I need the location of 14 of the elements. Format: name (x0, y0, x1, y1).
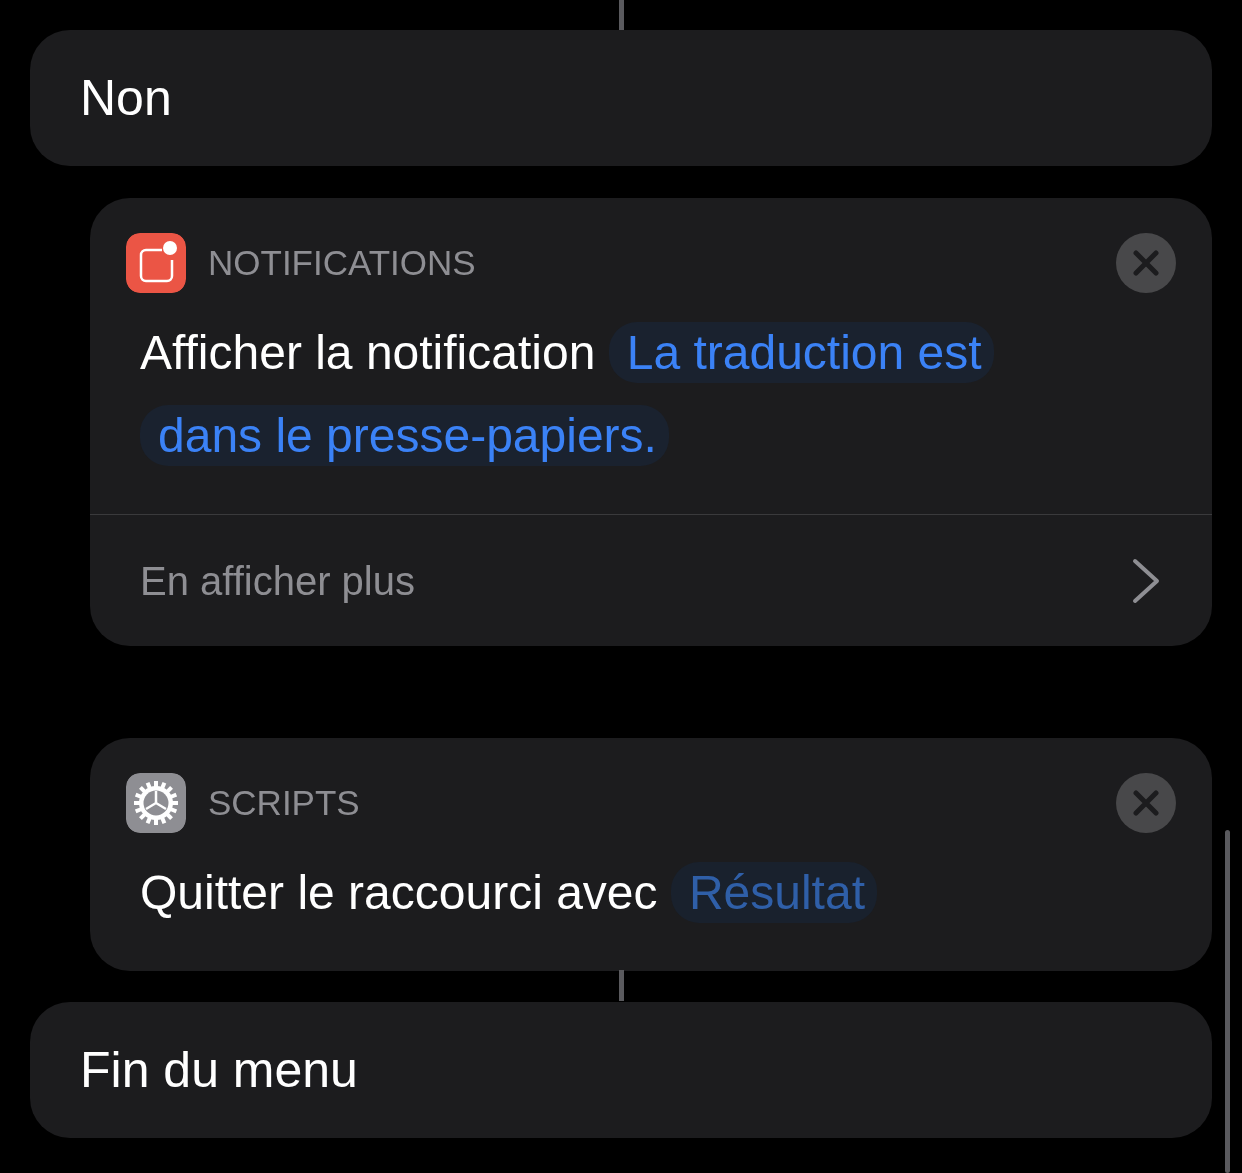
close-icon (1133, 250, 1159, 276)
notification-app-icon (126, 233, 186, 293)
category-label: SCRIPTS (208, 781, 361, 824)
chevron-right-icon (1132, 557, 1160, 604)
control-block[interactable]: Non (30, 30, 1212, 166)
show-more-row[interactable]: En afficher plus (90, 514, 1212, 646)
close-button[interactable] (1116, 773, 1176, 833)
category-label: NOTIFICATIONS (208, 241, 477, 284)
action-sentence: Quitter le raccourci avec Résultat (90, 851, 1212, 971)
control-block[interactable]: Fin du menu (30, 1002, 1212, 1138)
show-more-label: En afficher plus (140, 557, 415, 605)
gear-app-icon (126, 773, 186, 833)
close-icon (1133, 790, 1159, 816)
close-button[interactable] (1116, 233, 1176, 293)
